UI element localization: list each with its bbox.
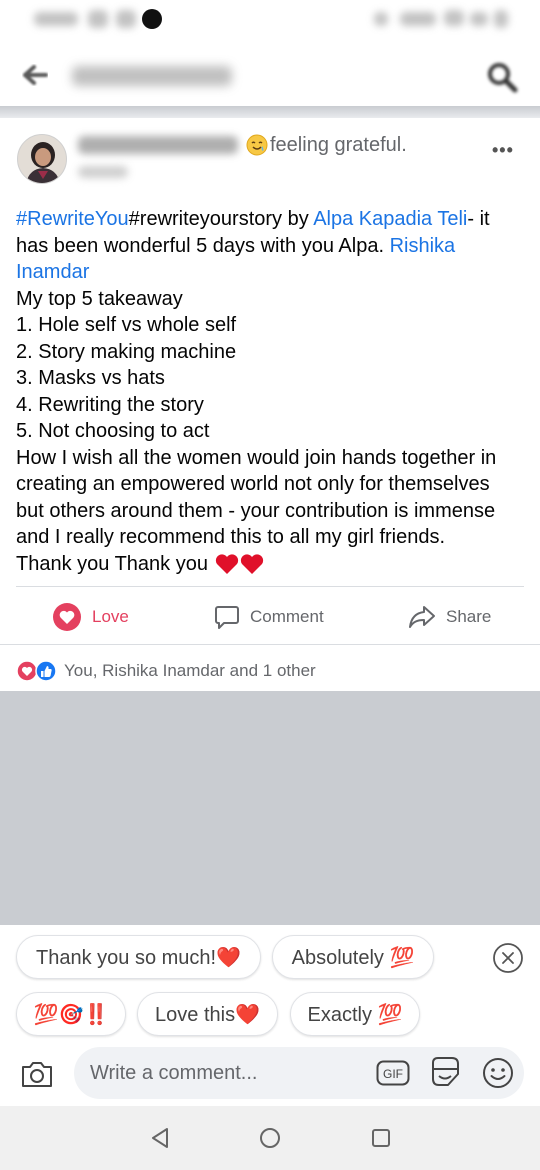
camera-icon[interactable] <box>20 1058 54 1090</box>
reactions-text: You, Rishika Inamdar and 1 other <box>64 661 316 680</box>
status-icon-blur <box>400 12 436 26</box>
reactions-divider <box>0 644 540 645</box>
grateful-emoji-icon <box>246 134 268 156</box>
love-button[interactable]: Love <box>52 594 129 640</box>
post-line: Thank you Thank you <box>16 551 528 578</box>
post-line: 4. Rewriting the story <box>16 393 204 416</box>
close-icon[interactable] <box>492 942 524 974</box>
post-line: 5. Not choosing to act <box>16 420 210 442</box>
hearts-emoji-icon <box>215 554 264 575</box>
app-header <box>0 44 540 106</box>
post-line: creating an empowered world not only for… <box>16 473 490 495</box>
avatar-image <box>18 135 66 183</box>
nav-recent-apps-icon[interactable] <box>370 1127 392 1149</box>
quick-reply-chip[interactable]: Absolutely 💯 <box>272 935 434 979</box>
comment-icon <box>215 606 239 629</box>
post-body: #RewriteYou#rewriteyourstory by Alpa Kap… <box>16 206 528 577</box>
avatar[interactable] <box>17 134 67 184</box>
status-time-blur <box>34 12 78 26</box>
comment-label: Comment <box>250 607 324 626</box>
back-arrow-icon[interactable] <box>22 64 48 86</box>
post-line: and I really recommend this to all my gi… <box>16 526 446 548</box>
post-line: My top 5 takeaway <box>16 287 183 310</box>
mention-link[interactable]: Inamdar <box>16 261 89 283</box>
quick-replies: Thank you so much!❤️ Absolutely 💯 💯🎯‼️ L… <box>0 925 540 1050</box>
feeling-text: feeling grateful. <box>270 134 407 156</box>
hashtag-link[interactable]: #RewriteYou <box>16 208 129 230</box>
post-line: Inamdar <box>16 259 528 286</box>
header-divider <box>0 106 540 118</box>
status-icon-blur <box>374 12 388 26</box>
battery-icon <box>494 10 508 28</box>
reaction-icons <box>16 660 57 682</box>
status-icon-blur <box>88 10 108 28</box>
post-text: - it <box>467 208 490 230</box>
mention-link[interactable]: Rishika <box>390 235 456 257</box>
comment-bar: GIF <box>0 1046 540 1106</box>
post-actions: Love Comment Share <box>0 594 540 640</box>
sticker-icon[interactable] <box>428 1055 462 1089</box>
post-text: Thank you Thank you <box>16 552 208 575</box>
post-line: How I wish all the women would join hand… <box>16 446 497 469</box>
post-time-blur <box>78 166 128 178</box>
comment-button[interactable]: Comment <box>214 594 324 640</box>
status-icon-blur <box>116 10 136 28</box>
post-line: #RewriteYou#rewriteyourstory by Alpa Kap… <box>16 206 528 233</box>
header-title-blur <box>72 66 232 86</box>
wifi-icon <box>444 10 464 26</box>
system-nav-bar <box>0 1106 540 1170</box>
mention-link[interactable]: Alpa Kapadia Teli <box>313 208 467 230</box>
comments-area <box>0 691 540 925</box>
post-card: feeling grateful. ••• #RewriteYou#rewrit… <box>0 118 540 691</box>
post-line: but others around them - your contributi… <box>16 499 496 522</box>
post-line: 3. Masks vs hats <box>16 367 165 389</box>
quick-reply-chip[interactable]: Exactly 💯 <box>290 992 420 1036</box>
gif-label: GIF <box>383 1067 403 1081</box>
post-line: 1. Hole self vs whole self <box>16 314 237 336</box>
post-divider <box>16 586 524 587</box>
post-line: 2. Story making machine <box>16 340 237 363</box>
share-icon <box>409 606 435 628</box>
quick-reply-chip[interactable]: 💯🎯‼️ <box>16 992 126 1036</box>
nav-home-icon[interactable] <box>258 1126 282 1150</box>
signal-icon <box>470 12 488 26</box>
status-dot-icon <box>142 9 162 29</box>
reactions-summary[interactable]: You, Rishika Inamdar and 1 other <box>16 658 316 684</box>
love-label: Love <box>92 607 129 626</box>
quick-reply-chip[interactable]: Thank you so much!❤️ <box>16 935 261 979</box>
more-options-icon[interactable]: ••• <box>492 140 514 161</box>
heart-icon <box>53 603 81 631</box>
gif-icon[interactable]: GIF <box>376 1060 410 1086</box>
post-text: #rewriteyourstory by <box>128 208 314 230</box>
share-label: Share <box>446 607 492 626</box>
post-line: has been wonderful 5 days with you Alpa.… <box>16 233 528 260</box>
emoji-icon[interactable] <box>482 1057 514 1089</box>
search-icon[interactable] <box>484 60 520 94</box>
nav-back-icon[interactable] <box>148 1126 172 1150</box>
share-button[interactable]: Share <box>408 594 491 640</box>
status-bar <box>0 0 540 40</box>
author-name-blur[interactable] <box>78 136 238 154</box>
post-text: has been wonderful 5 days with you Alpa. <box>16 234 390 257</box>
quick-reply-chip[interactable]: Love this❤️ <box>137 992 278 1036</box>
